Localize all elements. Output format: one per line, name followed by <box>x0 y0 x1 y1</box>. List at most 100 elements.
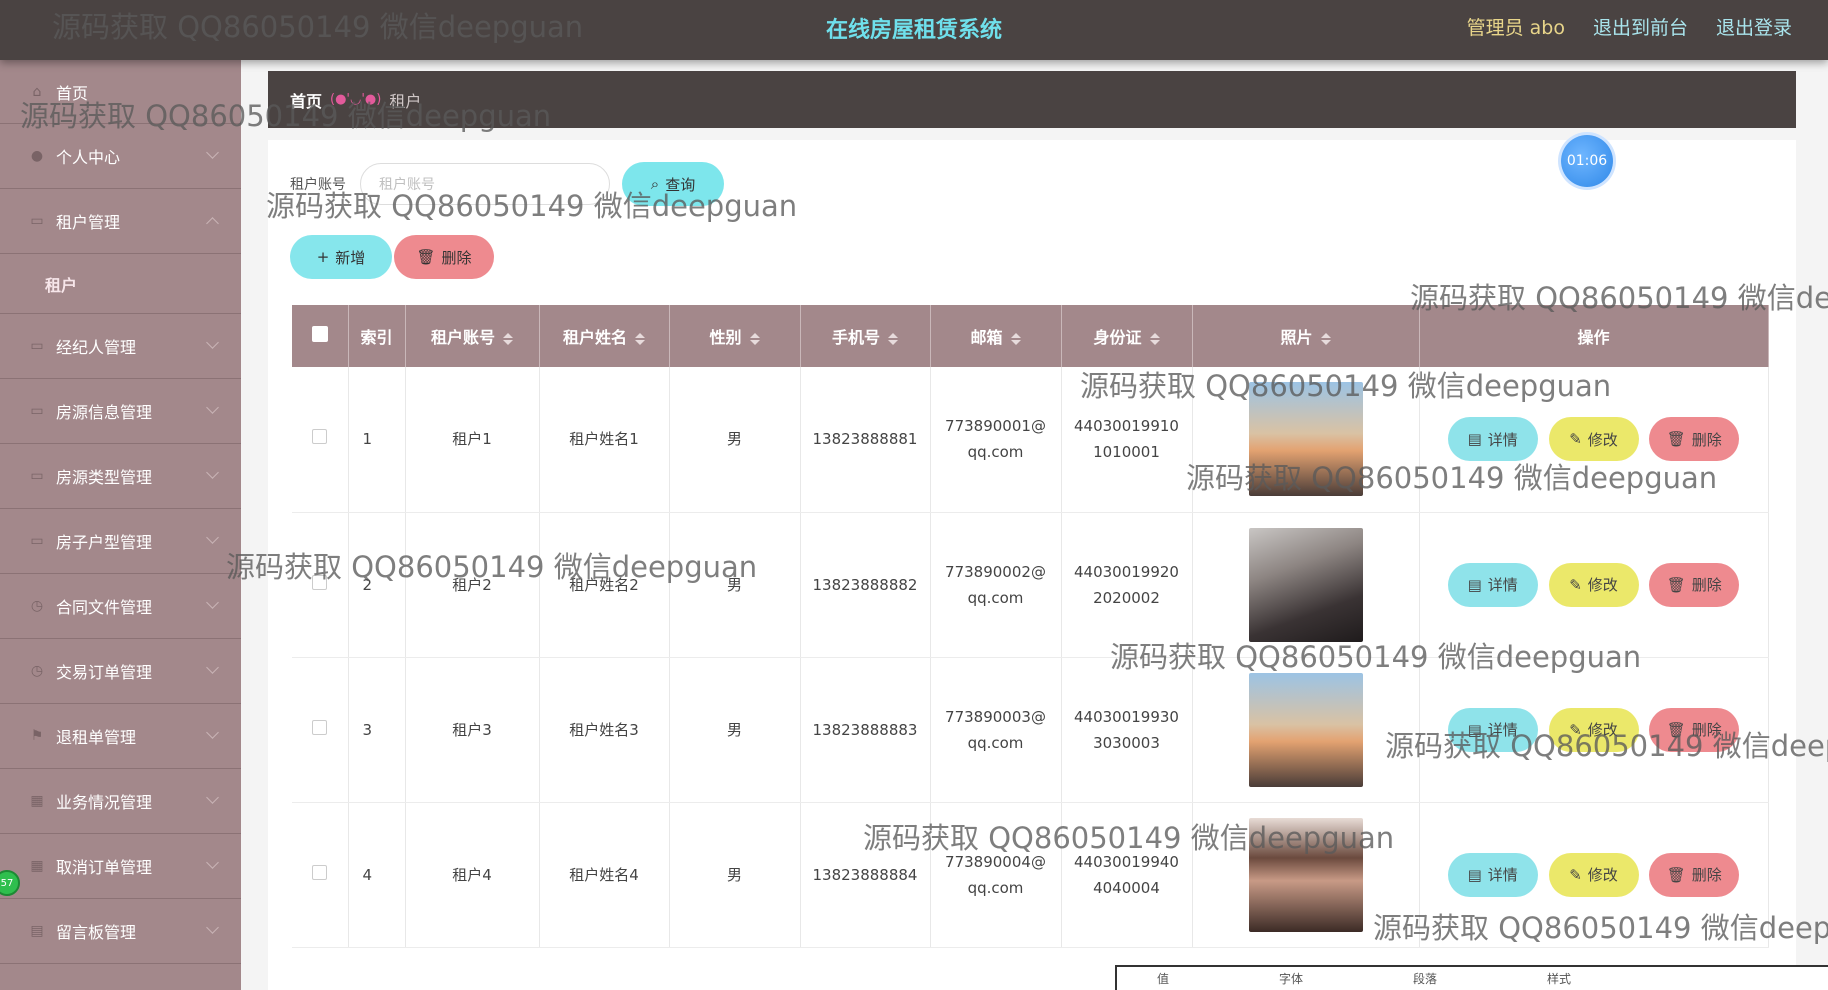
sort-icon[interactable] <box>503 331 513 347</box>
clock-icon: ◷ <box>30 598 44 614</box>
pencil-icon: ✎ <box>1569 575 1582 594</box>
cell-name: 租户姓名4 <box>539 802 670 948</box>
logout-link[interactable]: 退出登录 <box>1716 13 1792 40</box>
row-checkbox[interactable] <box>292 367 349 513</box>
document-icon: ▤ <box>1467 575 1482 594</box>
sidebar-item-message-board[interactable]: ▤ 留言板管理 <box>0 899 241 964</box>
document-icon: ▤ <box>1467 430 1482 449</box>
sidebar-item-checkout[interactable]: ⚑ 退租单管理 <box>0 704 241 769</box>
email-part: qq.com <box>967 443 1024 462</box>
col-account[interactable]: 租户账号 <box>405 305 540 367</box>
trash-icon: 🗑 <box>416 248 436 266</box>
col-email[interactable]: 邮箱 <box>930 305 1062 367</box>
sidebar-item-listing[interactable]: ▭ 房源信息管理 <box>0 379 241 444</box>
email-part: 773890003@ <box>945 707 1046 726</box>
idcard-part: 4040004 <box>1093 878 1160 897</box>
tenant-photo[interactable] <box>1248 672 1363 787</box>
sidebar-item-house-layout[interactable]: ▭ 房子户型管理 <box>0 509 241 574</box>
bottom-toolbar: 值 字体 段落 样式 <box>1115 965 1828 990</box>
sidebar-item-contract[interactable]: ◷ 合同文件管理 <box>0 574 241 639</box>
message-icon: ▤ <box>30 923 44 939</box>
sort-icon[interactable] <box>1321 331 1331 347</box>
chevron-down-icon <box>206 921 219 934</box>
cell-email: 773890001@ qq.com <box>930 367 1062 513</box>
delete-button[interactable]: 🗑 删除 <box>1649 562 1740 607</box>
sort-icon[interactable] <box>888 331 898 347</box>
chevron-down-icon <box>206 466 219 479</box>
sidebar-item-order[interactable]: ◷ 交易订单管理 <box>0 639 241 704</box>
sidebar-item-agent[interactable]: ▭ 经纪人管理 <box>0 314 241 379</box>
edit-label: 修改 <box>1587 866 1618 884</box>
email-part: qq.com <box>967 878 1024 897</box>
watermark-text: 源码获取 QQ86050149 微信deepguan <box>1373 911 1828 945</box>
toolbar-label: 段落 <box>1413 972 1438 986</box>
col-label: 租户账号 <box>430 328 495 347</box>
plus-icon: + <box>316 248 330 266</box>
chevron-up-icon <box>206 217 219 230</box>
sort-icon[interactable] <box>635 331 645 347</box>
folder-icon: ▭ <box>30 468 44 484</box>
sort-icon[interactable] <box>750 331 760 347</box>
pencil-icon: ✎ <box>1569 865 1582 884</box>
col-index: 索引 <box>348 305 406 367</box>
trash-icon: 🗑 <box>1666 575 1686 594</box>
col-label: 性别 <box>709 328 742 347</box>
timer-badge: 01:06 <box>1561 135 1613 187</box>
sidebar-subitem-tenant[interactable]: 租户 <box>0 254 241 314</box>
col-idcard[interactable]: 身份证 <box>1061 305 1193 367</box>
sidebar-item-cancel-order[interactable]: ▦ 取消订单管理 <box>0 834 241 899</box>
document-icon: ▤ <box>1467 865 1482 884</box>
edit-button[interactable]: ✎ 修改 <box>1548 852 1639 897</box>
col-name[interactable]: 租户姓名 <box>539 305 670 367</box>
delete-button[interactable]: 🗑 删除 <box>1649 852 1740 897</box>
watermark-text: 源码获取 QQ86050149 微信deepguan <box>52 10 584 44</box>
detail-button[interactable]: ▤ 详情 <box>1447 852 1538 897</box>
folder-icon: ▭ <box>30 213 44 229</box>
sidebar-item-tenant[interactable]: ▭ 租户管理 <box>0 189 241 254</box>
grid-icon: ▦ <box>30 858 44 874</box>
watermark-text: 源码获取 QQ86050149 微信deepguan <box>1410 281 1828 315</box>
watermark-text: 源码获取 QQ86050149 微信deepguan <box>863 821 1395 855</box>
detail-button[interactable]: ▤ 详情 <box>1447 562 1538 607</box>
sidebar-item-label: 合同文件管理 <box>56 598 153 617</box>
email-part: qq.com <box>967 733 1024 752</box>
sidebar-item-label: 交易订单管理 <box>56 663 153 682</box>
sidebar-item-label: 租户管理 <box>56 213 121 232</box>
folder-icon: ▭ <box>30 338 44 354</box>
col-phone[interactable]: 手机号 <box>800 305 931 367</box>
col-photo[interactable]: 照片 <box>1192 305 1420 367</box>
watermark-text: 源码获取 QQ86050149 微信deepguan <box>1110 640 1642 674</box>
col-gender[interactable]: 性别 <box>669 305 801 367</box>
sort-icon[interactable] <box>1011 331 1021 347</box>
sidebar-item-business[interactable]: ▦ 业务情况管理 <box>0 769 241 834</box>
watermark-text: 源码获取 QQ86050149 微信deepguan <box>266 189 798 223</box>
chevron-down-icon <box>206 661 219 674</box>
batch-delete-button[interactable]: 🗑 删除 <box>394 235 494 279</box>
add-button[interactable]: + 新增 <box>290 235 392 279</box>
user-icon: ● <box>30 148 44 164</box>
select-all-checkbox[interactable] <box>292 305 349 367</box>
sidebar-item-listing-type[interactable]: ▭ 房源类型管理 <box>0 444 241 509</box>
cell-phone: 13823888881 <box>800 367 931 513</box>
edit-button[interactable]: ✎ 修改 <box>1548 562 1639 607</box>
cell-index: 1 <box>348 367 406 513</box>
tenant-photo[interactable] <box>1248 527 1363 642</box>
cell-account: 租户3 <box>405 657 540 803</box>
chevron-down-icon <box>206 336 219 349</box>
watermark-text: 源码获取 QQ86050149 微信deepguan <box>1385 729 1828 763</box>
sidebar-item-label: 房源信息管理 <box>56 403 153 422</box>
detail-label: 详情 <box>1487 430 1518 449</box>
cell-email: 773890002@ qq.com <box>930 512 1062 658</box>
detail-label: 详情 <box>1487 576 1518 594</box>
chevron-down-icon <box>206 856 219 869</box>
delete-label: 删除 <box>1691 430 1722 449</box>
trash-icon: 🗑 <box>1666 865 1686 884</box>
row-checkbox[interactable] <box>292 657 349 803</box>
back-to-front-link[interactable]: 退出到前台 <box>1593 13 1688 40</box>
row-checkbox[interactable] <box>292 802 349 948</box>
delete-label: 删除 <box>1691 576 1722 594</box>
sort-icon[interactable] <box>1150 331 1160 347</box>
cell-index: 3 <box>348 657 406 803</box>
idcard-part: 1010001 <box>1093 443 1160 462</box>
sidebar-item-label: 个人中心 <box>56 148 121 167</box>
